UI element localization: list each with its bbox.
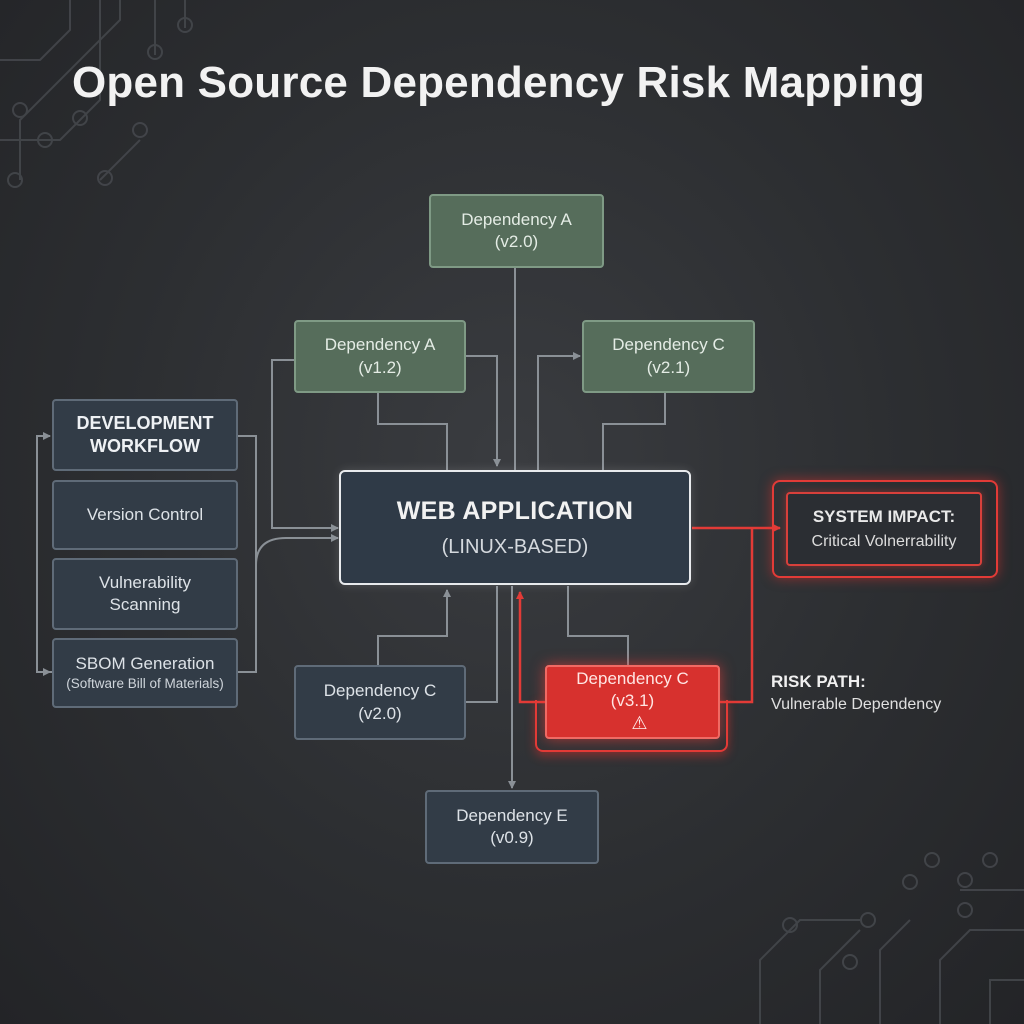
dependency-version: (v3.1) <box>610 691 655 711</box>
vulnerability-scanning-line-2: Scanning <box>109 595 181 614</box>
page-title: Open Source Dependency Risk Mapping <box>72 58 925 107</box>
dependency-c-v31-vulnerable-node: Dependency C (v3.1) ⚠ <box>545 665 720 739</box>
edge-dep-c-bottom-to-web <box>377 589 451 665</box>
risk-path-label: RISK PATH: Vulnerable Dependency <box>771 672 941 714</box>
edge-dep-a-left-to-web <box>465 355 501 467</box>
dependency-name: Dependency E <box>456 805 568 825</box>
workflow-heading-line-1: DEVELOPMENT <box>76 412 214 433</box>
warning-icon: ⚠ <box>631 713 648 734</box>
dependency-name: Dependency C <box>323 681 437 701</box>
dependency-e-node: Dependency E (v0.9) <box>425 790 599 864</box>
dependency-name: Dependency C <box>612 335 725 355</box>
dependency-version: (v0.9) <box>490 828 534 847</box>
edge-workflow-link <box>255 534 339 566</box>
edge-dep-c-bottom-right <box>465 586 498 703</box>
risk-path-title: RISK PATH: <box>771 672 866 691</box>
edge-workflow-loop <box>36 432 52 673</box>
development-workflow-heading: DEVELOPMENT WORKFLOW <box>52 399 238 471</box>
edge-dep-c-right-to-web <box>602 392 666 470</box>
edge-workflow-to-web <box>238 435 257 673</box>
edge-dep-a-left-stub <box>377 393 448 470</box>
web-application-subtitle: (LINUX-BASED) <box>441 535 589 558</box>
web-application-node: WEB APPLICATION (LINUX-BASED) <box>339 470 691 585</box>
version-control-box: Version Control <box>52 480 238 550</box>
vulnerability-scanning-line-1: Vulnerability <box>99 572 191 592</box>
dependency-version: (v2.0) <box>358 703 402 723</box>
system-impact-title: SYSTEM IMPACT: <box>812 506 956 526</box>
dependency-c-v21-node: Dependency C (v2.1) <box>582 320 755 393</box>
dependency-a-v1-node: Dependency A (v1.2) <box>294 320 466 393</box>
dependency-name: Dependency C <box>576 669 689 689</box>
sbom-generation-sub: (Software Bill of Materials) <box>66 676 224 692</box>
dependency-version: (v1.2) <box>358 357 402 377</box>
dependency-name: Dependency A <box>461 209 572 229</box>
dependency-c-v20-node: Dependency C (v2.0) <box>294 665 466 740</box>
dependency-name: Dependency A <box>324 335 436 355</box>
workflow-heading-line-2: WORKFLOW <box>90 436 200 456</box>
risk-edge-risk-dep-to-impact <box>720 528 754 704</box>
dependency-version: (v2.0) <box>494 232 539 251</box>
edge-web-to-dep-c-risk <box>567 586 629 665</box>
web-application-title: WEB APPLICATION <box>396 497 634 526</box>
system-impact-node: SYSTEM IMPACT: Critical Volnerrability <box>786 492 982 566</box>
dependency-version-row: (v3.1) ⚠ <box>611 690 654 735</box>
vulnerability-scanning-box: Vulnerability Scanning <box>52 558 238 630</box>
system-impact-detail: Critical Volnerrability <box>811 532 957 550</box>
edge-dep-c-right-feed <box>537 352 581 470</box>
sbom-generation-box: SBOM Generation (Software Bill of Materi… <box>52 638 238 708</box>
version-control-label: Version Control <box>86 504 204 524</box>
risk-path-detail: Vulnerable Dependency <box>771 696 942 713</box>
dependency-a-v2-node: Dependency A (v2.0) <box>429 194 604 268</box>
sbom-generation-label: SBOM Generation <box>75 654 215 674</box>
dependency-version: (v2.1) <box>646 357 691 377</box>
risk-edge-risk-dep-to-web <box>516 591 545 704</box>
